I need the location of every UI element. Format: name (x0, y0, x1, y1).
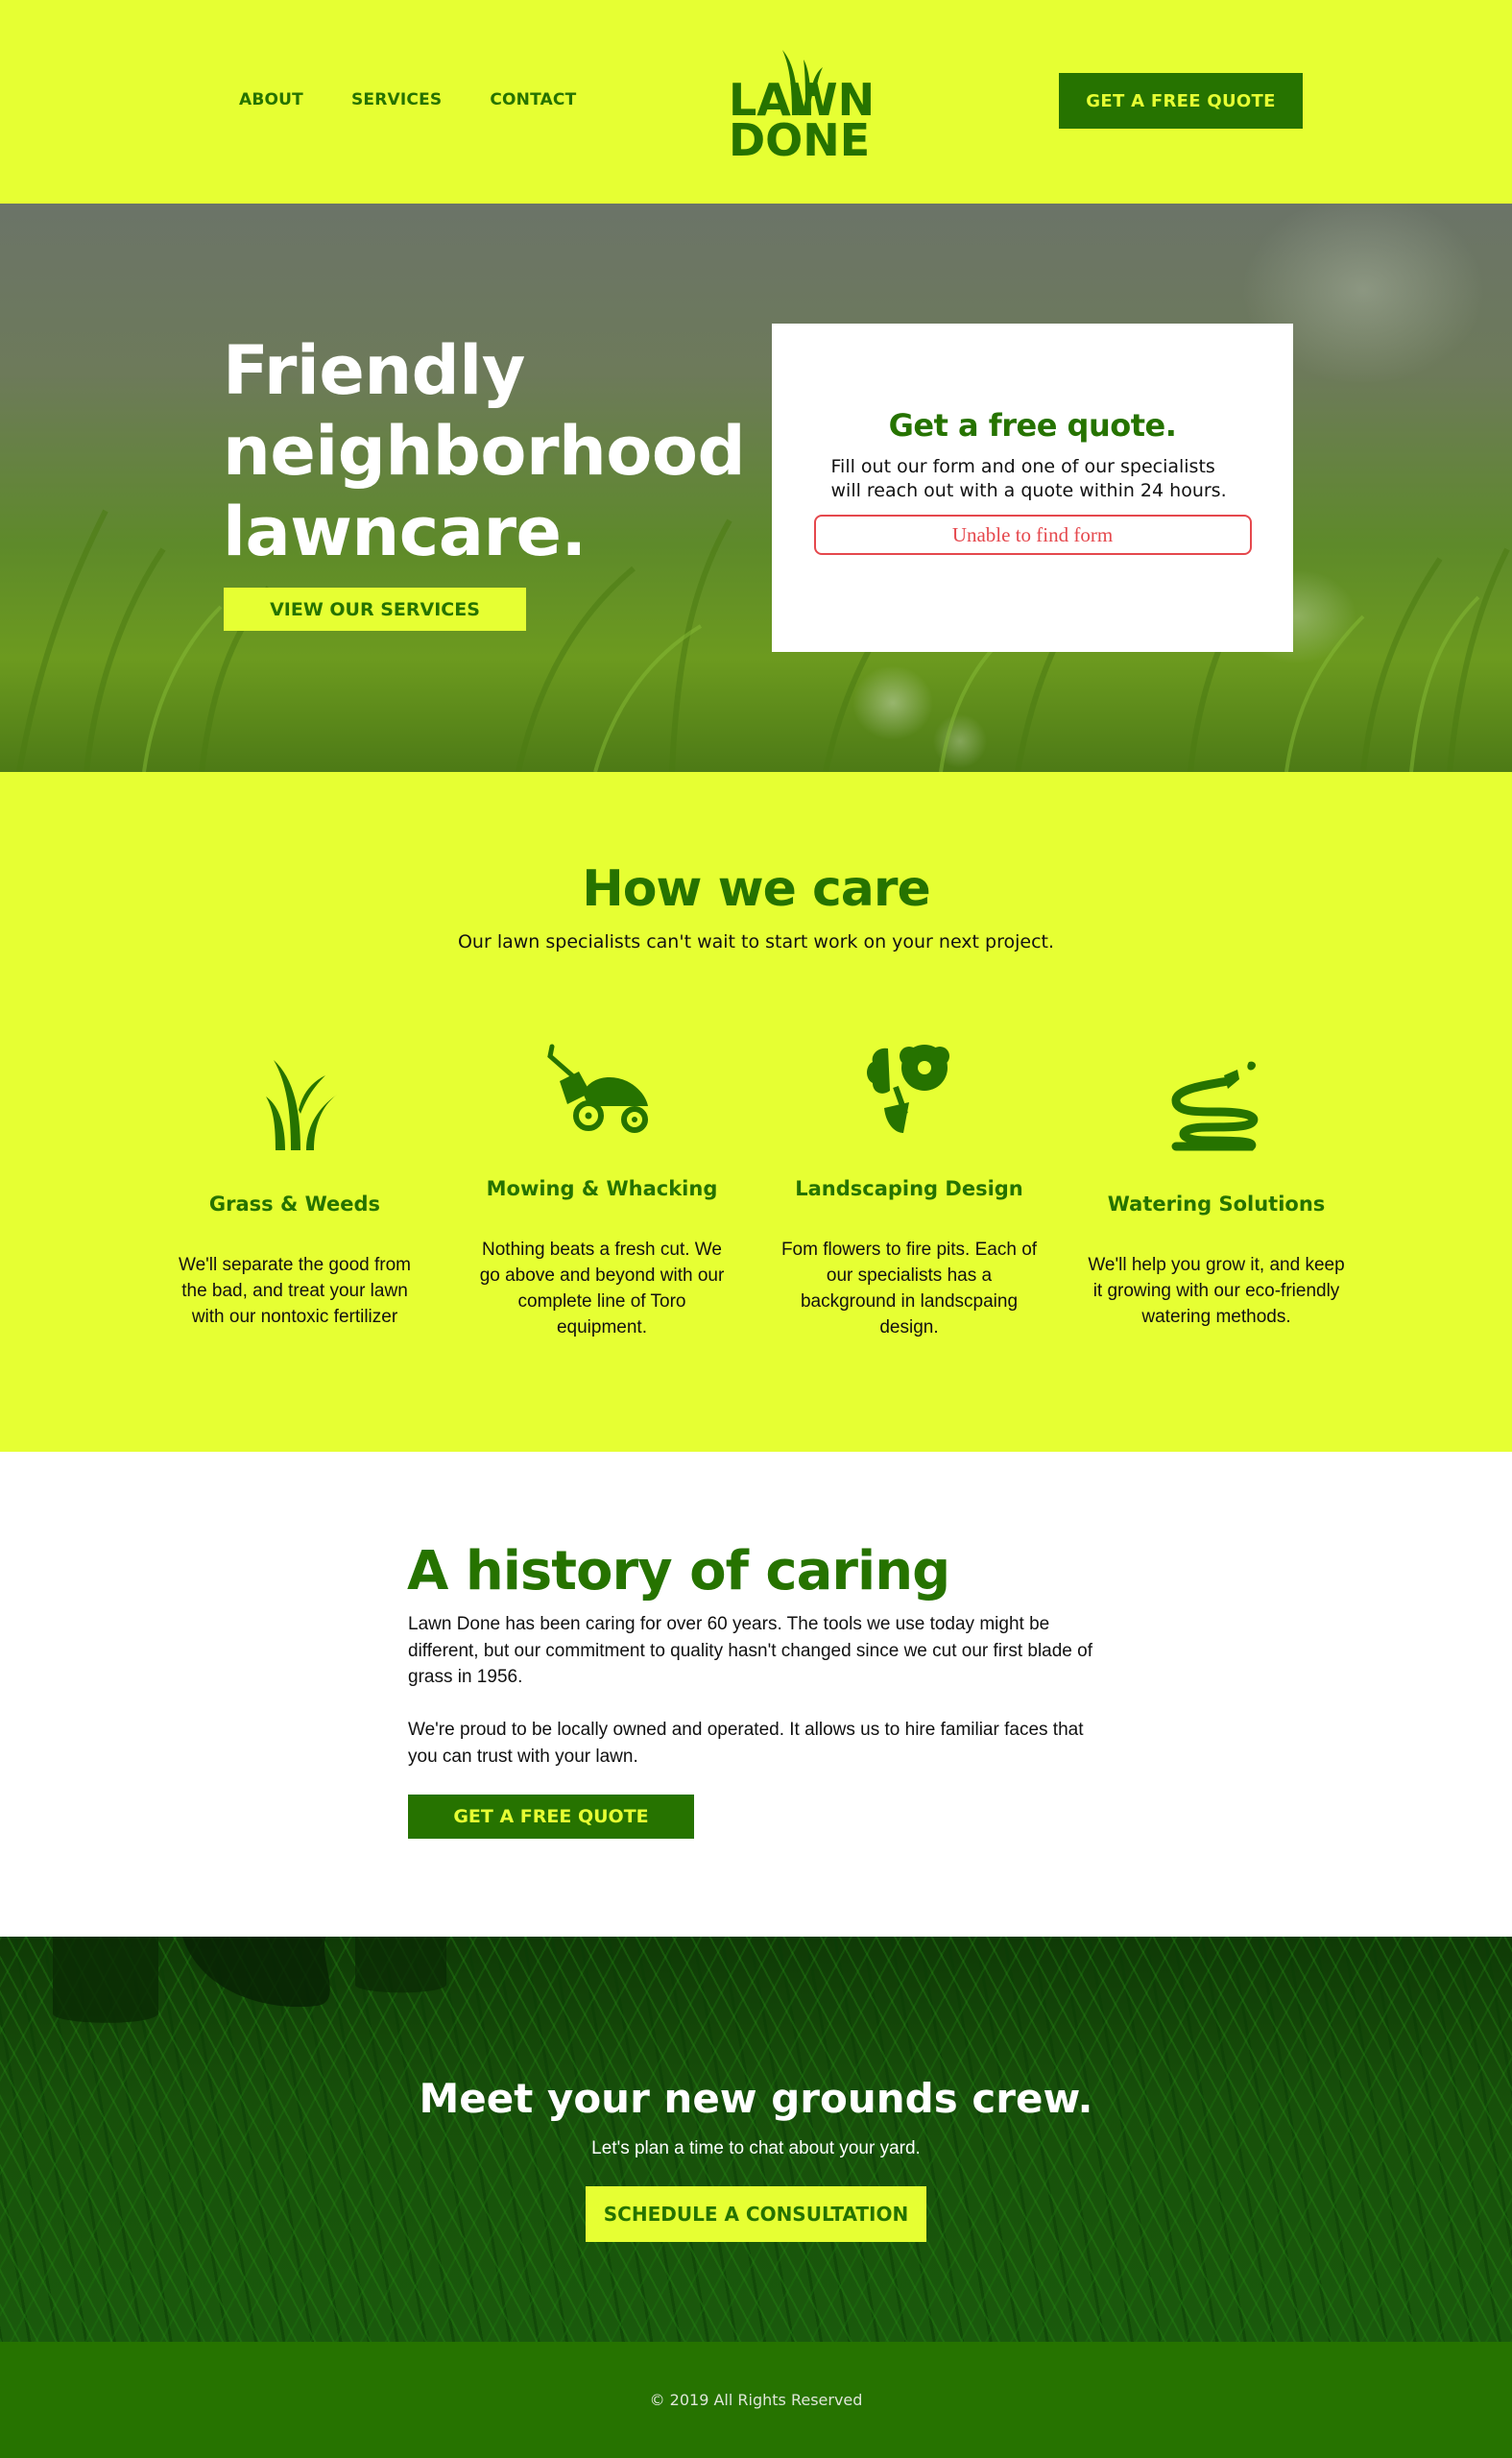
service-description: Nothing beats a fresh cut. We go above a… (479, 1240, 725, 1337)
service-description: We'll separate the good from the bad, an… (179, 1255, 411, 1327)
services-section: How we care Our lawn specialists can't w… (0, 772, 1512, 1452)
services-title: How we care (582, 860, 931, 918)
view-services-button[interactable]: VIEW OUR SERVICES (224, 588, 526, 631)
service-title: Grass & Weeds (208, 1193, 381, 1216)
quote-card-title: Get a free quote. (888, 407, 1177, 444)
copyright-text: © 2019 All Rights Reserved (649, 2391, 863, 2409)
site-logo[interactable]: LAWN DONE (727, 46, 880, 166)
site-footer: © 2019 All Rights Reserved (0, 2342, 1512, 2458)
consultation-cta-section: Meet your new grounds crew. Let's plan a… (0, 1937, 1512, 2342)
cta-title: Meet your new grounds crew. (419, 2075, 1093, 2122)
history-title: A history of caring (407, 1540, 950, 1603)
logo-wordmark-icon: LAWN DONE (729, 50, 875, 166)
hero-section: Friendly neighborhood lawncare. VIEW OUR… (0, 204, 1512, 772)
hero-title-line-2: neighborhood (223, 412, 746, 491)
history-get-quote-button[interactable]: GET A FREE QUOTE (408, 1795, 694, 1839)
service-card-mowing: Mowing & Whacking Nothing beats a fresh … (472, 1043, 732, 1340)
grass-icon (266, 1060, 337, 1150)
site-header: ABOUT SERVICES CONTACT LAWN DONE GET A F… (0, 0, 1512, 204)
services-subtitle: Our lawn specialists can't wait to start… (457, 931, 1055, 952)
mower-silhouette-background (53, 1937, 446, 2023)
hero-title-line-3: lawncare. (223, 493, 587, 571)
garden-hose-icon (1171, 1061, 1259, 1151)
service-card-grass: Grass & Weeds We'll separate the good fr… (165, 1056, 424, 1330)
main-nav: ABOUT SERVICES CONTACT (239, 90, 576, 109)
service-description: We'll help you grow it, and keep it grow… (1088, 1255, 1345, 1327)
history-section: A history of caring Lawn Done has been c… (0, 1452, 1512, 1937)
service-title: Watering Solutions (1107, 1193, 1326, 1216)
service-card-watering: Watering Solutions We'll help you grow i… (1087, 1056, 1346, 1330)
form-error-message: Unable to find form (813, 515, 1252, 555)
nav-link-about[interactable]: ABOUT (239, 90, 303, 109)
quote-card: Get a free quote. Fill out our form and … (772, 324, 1293, 652)
service-title: Mowing & Whacking (486, 1177, 718, 1200)
logo-line-2: DONE (729, 114, 870, 157)
service-card-landscaping: Landscaping Design Fom flowers to fire p… (780, 1043, 1039, 1340)
hero-title: Friendly neighborhood lawncare. (223, 330, 746, 572)
header-get-quote-button[interactable]: GET A FREE QUOTE (1059, 73, 1303, 129)
hero-title-line-1: Friendly (223, 331, 525, 410)
history-paragraph-2: We're proud to be locally owned and oper… (408, 1720, 1084, 1767)
service-title: Landscaping Design (795, 1177, 1023, 1200)
service-description: Fom flowers to fire pits. Each of our sp… (780, 1240, 1038, 1337)
cta-subtitle: Let's plan a time to chat about your yar… (591, 2138, 921, 2158)
flower-shovel-icon (867, 1045, 949, 1133)
quote-card-description: Fill out our form and one of our special… (830, 456, 1227, 501)
nav-link-services[interactable]: SERVICES (351, 90, 442, 109)
nav-link-contact[interactable]: CONTACT (490, 90, 576, 109)
lawn-mower-icon (547, 1044, 648, 1133)
schedule-consultation-button[interactable]: SCHEDULE A CONSULTATION (586, 2186, 926, 2242)
history-paragraph-1: Lawn Done has been caring for over 60 ye… (408, 1614, 1092, 1687)
